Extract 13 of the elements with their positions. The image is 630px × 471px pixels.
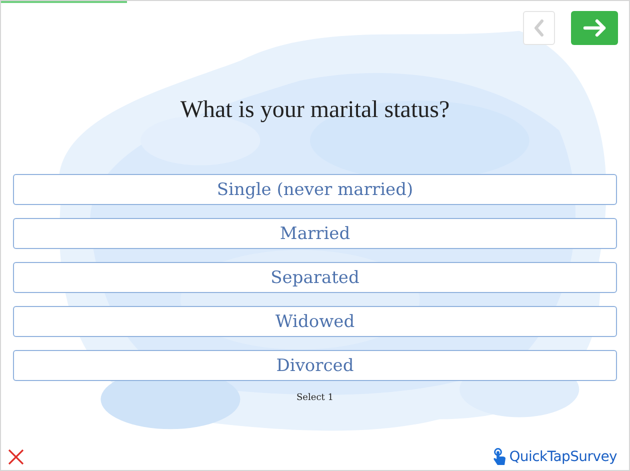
hand-pointer-icon [493, 448, 506, 466]
answer-option[interactable]: Divorced [13, 350, 617, 381]
question-title: What is your marital status? [179, 97, 451, 124]
answer-option[interactable]: Single (never married) [13, 174, 617, 205]
answer-option[interactable]: Married [13, 218, 617, 249]
chevron-left-icon [533, 19, 545, 37]
arrow-right-icon [582, 19, 606, 37]
next-button[interactable] [571, 11, 618, 45]
answer-option[interactable]: Widowed [13, 306, 617, 337]
brand-logo: QuickTapSurvey [509, 449, 617, 465]
selection-hint: Select 1 [296, 393, 334, 403]
answer-option[interactable]: Separated [13, 262, 617, 293]
close-button[interactable] [8, 449, 24, 465]
